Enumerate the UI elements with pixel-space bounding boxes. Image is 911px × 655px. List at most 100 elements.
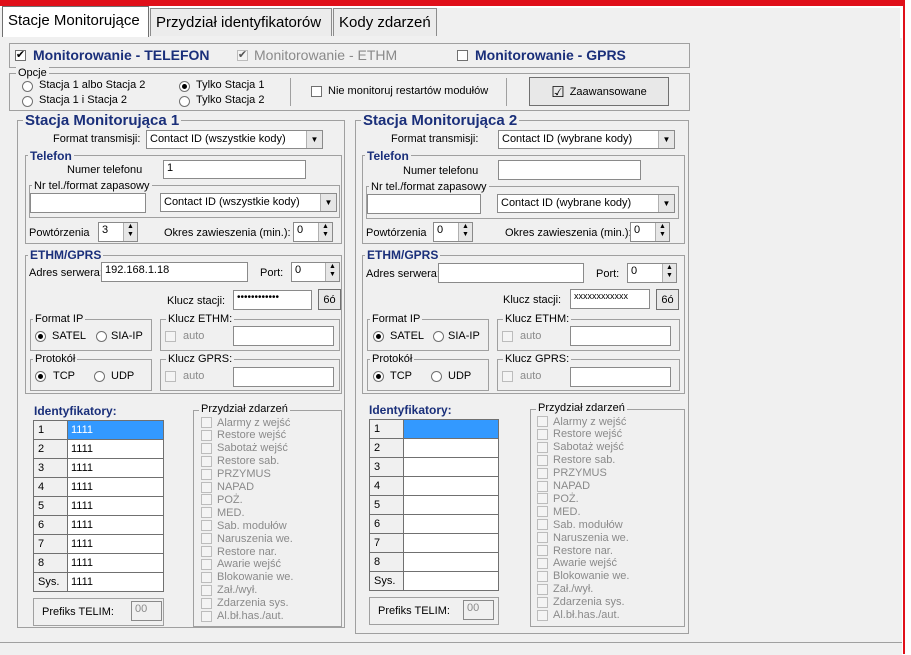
spin-arrows-icon[interactable]: ▲ ▼ — [458, 223, 472, 241]
station2-telim-input[interactable]: 00 — [463, 600, 494, 620]
station1-siaip-radio[interactable] — [96, 331, 107, 342]
station2-backup-format-select[interactable]: Contact ID (wybrane kody) ▼ — [497, 194, 675, 213]
event-item[interactable]: Alarmy z wejść — [201, 416, 290, 429]
spin-arrows-icon[interactable]: ▲ ▼ — [655, 223, 669, 241]
station2-show-key-button[interactable]: 6ó — [656, 289, 679, 310]
id-value-cell[interactable] — [404, 515, 498, 534]
event-item[interactable]: POŻ. — [201, 493, 243, 506]
station1-ethm-key-input[interactable] — [233, 326, 334, 346]
station2-siaip-radio[interactable] — [433, 331, 444, 342]
id-value-cell[interactable]: 1111 — [68, 554, 163, 573]
event-item[interactable]: NAPAD — [201, 481, 254, 494]
event-item[interactable]: Zał./wył. — [201, 584, 257, 597]
event-checkbox[interactable] — [201, 468, 212, 480]
station1-backup-number-input[interactable] — [30, 193, 146, 213]
event-checkbox[interactable] — [201, 429, 212, 441]
station1-phone-input[interactable]: 1 — [163, 160, 306, 179]
event-item[interactable]: Zdarzenia sys. — [201, 597, 289, 610]
event-checkbox[interactable] — [537, 583, 548, 595]
radio-tylko-stacja1[interactable] — [179, 81, 190, 92]
station2-repeats-spin[interactable]: 0 ▲ ▼ — [433, 222, 473, 242]
id-value-cell[interactable] — [404, 477, 498, 496]
station1-suspend-spin[interactable]: 0 ▲ ▼ — [293, 222, 333, 242]
event-checkbox[interactable] — [537, 480, 548, 492]
event-item[interactable]: Restore wejść — [201, 429, 286, 442]
event-checkbox[interactable] — [537, 441, 548, 453]
tab-przydzial-identyfikatorow[interactable]: Przydział identyfikatorów — [150, 8, 332, 36]
station2-ethm-key-input[interactable] — [570, 326, 671, 346]
id-value-cell[interactable]: 1111 — [68, 535, 163, 554]
id-value-cell[interactable] — [404, 553, 498, 572]
event-item[interactable]: Sabotaż wejść — [537, 441, 624, 454]
id-value-cell[interactable] — [404, 496, 498, 515]
event-checkbox[interactable] — [201, 610, 212, 622]
event-item[interactable]: Naruszenia we. — [537, 531, 629, 544]
event-item[interactable]: Al.bł.has./aut. — [201, 610, 284, 623]
station1-gprs-key-input[interactable] — [233, 367, 334, 387]
station1-gprs-auto-checkbox[interactable] — [165, 371, 176, 382]
event-checkbox[interactable] — [537, 545, 548, 556]
event-checkbox[interactable] — [201, 494, 212, 506]
event-checkbox[interactable] — [537, 570, 548, 582]
event-checkbox[interactable] — [201, 533, 212, 545]
event-checkbox[interactable] — [201, 571, 212, 583]
tab-kody-zdarzen[interactable]: Kody zdarzeń — [333, 8, 437, 36]
event-item[interactable]: MED. — [537, 505, 581, 518]
station1-udp-radio[interactable] — [94, 371, 105, 382]
event-item[interactable]: Al.bł.has./aut. — [537, 609, 620, 622]
station2-gprs-auto-checkbox[interactable] — [502, 371, 513, 382]
station1-tcp-radio[interactable] — [35, 371, 46, 382]
id-value-cell[interactable] — [404, 458, 498, 477]
id-value-cell[interactable]: 1111 — [68, 478, 163, 497]
station1-key-input[interactable]: •••••••••••• — [233, 290, 312, 310]
spin-arrows-icon[interactable]: ▲ ▼ — [325, 263, 339, 281]
event-item[interactable]: Restore wejść — [537, 428, 622, 441]
event-checkbox[interactable] — [201, 558, 212, 570]
event-item[interactable]: Sab. modułów — [201, 519, 287, 532]
id-value-cell[interactable]: 1111 — [68, 440, 163, 459]
station1-format-select[interactable]: Contact ID (wszystkie kody) ▼ — [146, 130, 323, 149]
radio-stacja1-albo-stacja2[interactable] — [22, 81, 33, 92]
station2-gprs-key-input[interactable] — [570, 367, 671, 387]
event-item[interactable]: Awarie wejść — [201, 558, 281, 571]
advanced-button[interactable]: ☑ Zaawansowane — [529, 77, 669, 106]
id-value-cell[interactable]: 1111 — [68, 516, 163, 535]
id-value-cell[interactable] — [404, 534, 498, 553]
event-checkbox[interactable] — [201, 597, 212, 609]
station1-repeats-spin[interactable]: 3 ▲ ▼ — [98, 222, 138, 242]
id-value-cell[interactable] — [404, 572, 498, 591]
event-checkbox[interactable] — [201, 507, 212, 519]
station1-show-key-button[interactable]: 6ó — [318, 289, 341, 310]
no-restart-checkbox[interactable] — [311, 86, 322, 97]
event-item[interactable]: POŻ. — [537, 492, 579, 505]
station2-ethm-auto-checkbox[interactable] — [502, 331, 513, 342]
event-checkbox[interactable] — [537, 493, 548, 505]
event-checkbox[interactable] — [537, 532, 548, 544]
event-item[interactable]: Zdarzenia sys. — [537, 596, 625, 609]
station1-ethm-auto-checkbox[interactable] — [165, 331, 176, 342]
station1-telim-input[interactable]: 00 — [131, 601, 162, 621]
station2-format-select[interactable]: Contact ID (wybrane kody) ▼ — [498, 130, 675, 149]
station1-satel-radio[interactable] — [35, 331, 46, 342]
event-checkbox[interactable] — [537, 428, 548, 440]
station2-key-input[interactable]: xxxxxxxxxxxx — [570, 289, 650, 309]
id-value-cell[interactable]: 1111 — [68, 421, 163, 440]
event-checkbox[interactable] — [201, 442, 212, 454]
event-checkbox[interactable] — [201, 520, 212, 532]
event-item[interactable]: PRZYMUS — [201, 468, 271, 481]
id-value-cell[interactable]: 1111 — [68, 573, 163, 592]
station2-port-spin[interactable]: 0 ▲ ▼ — [627, 263, 677, 283]
event-checkbox[interactable] — [201, 455, 212, 467]
event-checkbox[interactable] — [201, 546, 212, 557]
event-item[interactable]: Blokowanie we. — [201, 571, 293, 584]
event-item[interactable]: MED. — [201, 506, 245, 519]
event-item[interactable]: NAPAD — [537, 480, 590, 493]
station1-port-spin[interactable]: 0 ▲ ▼ — [291, 262, 340, 282]
event-checkbox[interactable] — [201, 584, 212, 596]
event-checkbox[interactable] — [537, 609, 548, 621]
event-item[interactable]: Blokowanie we. — [537, 570, 629, 583]
station2-udp-radio[interactable] — [431, 371, 442, 382]
event-item[interactable]: Restore nar. — [201, 545, 277, 558]
id-value-cell[interactable] — [404, 420, 498, 439]
monitoring-telefon-checkbox[interactable]: ✔ — [15, 50, 26, 61]
